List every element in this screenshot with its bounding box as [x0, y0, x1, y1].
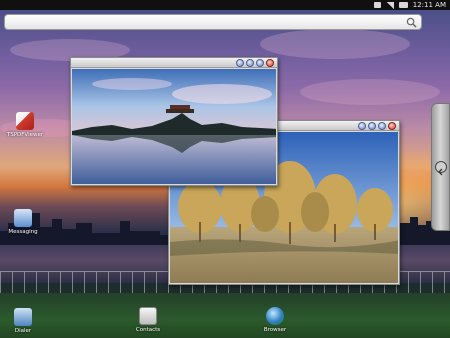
clock: 12:11 AM	[412, 1, 446, 9]
desktop-icon-messaging[interactable]: Messaging	[1, 209, 45, 235]
dialer-icon	[14, 308, 32, 326]
browser-icon	[266, 307, 284, 325]
usb-icon	[373, 2, 381, 8]
search-input[interactable]	[5, 20, 421, 35]
side-panel-handle[interactable]	[431, 103, 450, 231]
contacts-icon	[139, 307, 157, 325]
restore-button[interactable]	[368, 122, 376, 130]
minimize-button[interactable]	[236, 59, 244, 67]
desktop-icon-contacts[interactable]: Contacts	[126, 307, 170, 333]
restore-button[interactable]	[246, 59, 254, 67]
pdf-viewer-icon	[16, 112, 34, 130]
status-bar: 12:11 AM	[0, 0, 450, 10]
desktop-icon-dialer[interactable]: Dialer	[1, 308, 45, 334]
signal-icon	[385, 1, 394, 9]
desktop-icon-tspdfviewer[interactable]: TSPDFViewer	[3, 112, 47, 138]
close-button[interactable]	[388, 122, 396, 130]
lake-pavilion-photo	[72, 69, 276, 184]
maximize-button[interactable]	[378, 122, 386, 130]
window-front[interactable]	[70, 57, 278, 186]
desktop-icon-browser[interactable]: Browser	[253, 307, 297, 333]
close-button[interactable]	[266, 59, 274, 67]
window-front-titlebar[interactable]	[71, 58, 277, 68]
search-icon[interactable]	[406, 17, 417, 28]
messaging-icon	[14, 209, 32, 227]
search-bar[interactable]	[4, 14, 422, 35]
battery-icon	[398, 2, 408, 8]
maximize-button[interactable]	[256, 59, 264, 67]
chevron-left-icon[interactable]	[435, 161, 447, 176]
minimize-button[interactable]	[358, 122, 366, 130]
